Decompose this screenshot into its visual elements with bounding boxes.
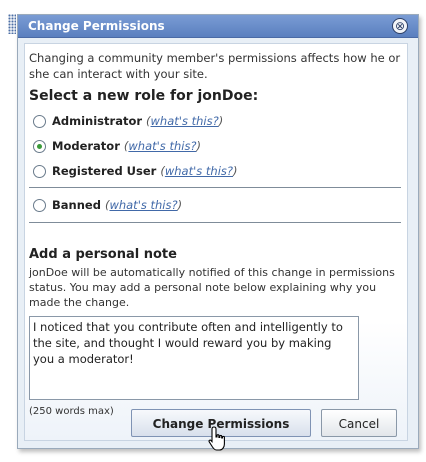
whats-this-link[interactable]: what's this? (109, 198, 177, 212)
whats-this-link[interactable]: what's this? (165, 164, 233, 178)
role-label: Registered User (52, 164, 157, 178)
role-option-administrator[interactable]: Administrator (what's this?) (33, 112, 223, 130)
change-permissions-dialog: Change Permissions ⊗ Changing a communit… (17, 14, 419, 449)
registered-user-radio[interactable] (33, 164, 46, 178)
banned-radio[interactable] (33, 198, 46, 212)
role-label: Moderator (52, 139, 120, 153)
close-icon[interactable]: ⊗ (392, 18, 408, 34)
whats-this-link[interactable]: what's this? (128, 139, 196, 153)
word-limit-text: (250 words max) (29, 406, 114, 417)
whats-this-link[interactable]: what's this? (151, 114, 219, 128)
hand-cursor-icon (208, 426, 225, 451)
administrator-radio[interactable] (33, 114, 46, 128)
dialog-titlebar[interactable]: Change Permissions ⊗ (18, 15, 418, 38)
role-option-moderator[interactable]: Moderator (what's this?) (33, 137, 201, 155)
personal-note-textarea[interactable]: I noticed that you contribute often and … (29, 316, 359, 400)
role-option-banned[interactable]: Banned (what's this?) (33, 196, 182, 214)
intro-text: Changing a community member's permission… (29, 51, 401, 81)
dialog-body: Changing a community member's permission… (24, 43, 408, 441)
dialog-title: Change Permissions (28, 19, 165, 33)
divider (29, 187, 401, 188)
divider (29, 222, 401, 223)
note-heading: Add a personal note (29, 247, 177, 262)
moderator-radio[interactable] (33, 139, 46, 153)
drag-handle[interactable] (8, 14, 16, 34)
role-heading: Select a new role for jonDoe: (29, 88, 259, 104)
role-label: Administrator (52, 114, 143, 128)
role-label: Banned (52, 198, 101, 212)
role-option-registered-user[interactable]: Registered User (what's this?) (33, 162, 238, 180)
cancel-button[interactable]: Cancel (321, 409, 397, 437)
note-description: jonDoe will be automatically notified of… (29, 266, 395, 309)
